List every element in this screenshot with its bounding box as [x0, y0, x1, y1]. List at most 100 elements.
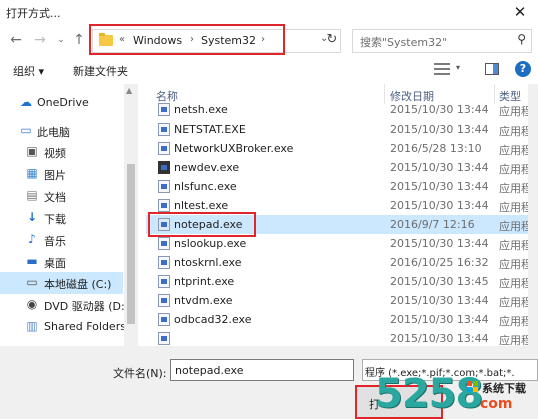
nav-item-desktop[interactable]: ▬ 桌面 [0, 251, 123, 273]
exe-icon [158, 142, 170, 155]
forward-icon[interactable]: → [32, 31, 48, 49]
nav-item-documents[interactable]: ▤ 文档 [0, 185, 123, 207]
nav-item-label: 视频 [44, 147, 66, 160]
file-name: odbcad32.exe [174, 313, 252, 326]
exe-icon [158, 256, 170, 269]
watermark-domain: com [480, 396, 513, 412]
exe-icon [158, 123, 170, 136]
drive-icon: ▭ [26, 275, 38, 289]
nav-item-label: 此电脑 [37, 126, 70, 139]
refresh-icon[interactable]: ↻ [323, 29, 341, 51]
file-row[interactable]: ntprint.exe 2015/10/30 13:45 应用程 [146, 272, 538, 291]
preview-pane-icon[interactable] [485, 63, 499, 75]
file-date: 2015/10/30 13:44 [390, 294, 489, 307]
file-date: 2016/9/7 12:16 [390, 218, 475, 231]
computer-icon: ▭ [20, 123, 32, 137]
file-date: 2016/10/25 16:32 [390, 256, 489, 269]
search-placeholder: 搜索"System32" [360, 36, 448, 49]
printer-exe-icon [158, 275, 170, 288]
address-highlight-box [89, 24, 285, 55]
nav-item-dvd-drive-d[interactable]: ◉ DVD 驱动器 (D: [0, 294, 125, 316]
music-icon: ♪ [28, 232, 36, 246]
new-folder-button[interactable]: 新建文件夹 [73, 63, 128, 79]
filename-label: 文件名(N): [113, 367, 167, 380]
watermark-number: 5258 [375, 371, 483, 417]
file-date: 2015/10/30 13:44 [390, 180, 489, 193]
nav-item-label: 音乐 [44, 235, 66, 248]
file-name: ntvdm.exe [174, 294, 233, 307]
navigation-pane: ☁ OneDrive ▭ 此电脑 ▣ 视频 ▦ 图片 ▤ 文档 ↓ 下载 ♪ 音… [0, 84, 126, 346]
view-options-icon[interactable] [434, 62, 450, 76]
file-row[interactable]: 2015/10/30 13:44 应用程 [146, 329, 538, 346]
document-icon: ▤ [26, 188, 38, 202]
recent-chevron-icon[interactable]: ⌄ [53, 31, 69, 49]
file-date: 2015/10/30 13:45 [390, 275, 489, 288]
nav-item-downloads[interactable]: ↓ 下载 [0, 207, 123, 229]
file-row[interactable]: NETSTAT.EXE 2015/10/30 13:44 应用程 [146, 120, 538, 139]
nav-item-onedrive[interactable]: ☁ OneDrive [0, 92, 123, 114]
search-icon: ⚲ [517, 32, 526, 46]
database-exe-icon [158, 313, 170, 326]
device-exe-icon [158, 161, 170, 174]
windows-logo-icon [467, 381, 479, 393]
file-row[interactable]: ntoskrnl.exe 2016/10/25 16:32 应用程 [146, 253, 538, 272]
nav-item-local-disk-c[interactable]: ▭ 本地磁盘 (C:) [0, 272, 123, 294]
nav-item-label: OneDrive [37, 96, 89, 109]
download-icon: ↓ [26, 210, 38, 224]
back-icon[interactable]: ← [8, 31, 24, 49]
watermark: 5258 系统下载 com [375, 371, 538, 419]
up-icon[interactable]: ↑ [71, 31, 87, 49]
exe-icon [158, 332, 170, 345]
file-row[interactable]: NetworkUXBroker.exe 2016/5/28 13:10 应用程 [146, 139, 538, 158]
file-name: newdev.exe [174, 161, 240, 174]
organize-button[interactable]: 组织 ▾ [13, 63, 44, 79]
nav-item-label: 文档 [44, 191, 66, 204]
nav-item-label: 下载 [44, 213, 66, 226]
title-bar: 打开方式... ✕ [0, 0, 538, 24]
file-date: 2015/10/30 13:44 [390, 237, 489, 250]
file-row[interactable]: odbcad32.exe 2015/10/30 13:44 应用程 [146, 310, 538, 329]
file-date: 2015/10/30 13:44 [390, 332, 489, 345]
file-row[interactable]: ntvdm.exe 2015/10/30 13:44 应用程 [146, 291, 538, 310]
help-icon[interactable]: ? [515, 61, 531, 77]
cloud-icon: ☁ [20, 95, 32, 109]
filename-value: notepad.exe [175, 364, 244, 377]
scroll-up-icon[interactable]: ▲ [126, 86, 132, 95]
search-input[interactable]: 搜索"System32" ⚲ [352, 29, 532, 53]
view-dropdown-icon[interactable]: ▾ [456, 63, 460, 72]
scrollbar-thumb[interactable] [127, 164, 135, 324]
filename-input[interactable]: notepad.exe [170, 359, 354, 381]
file-date: 2016/5/28 13:10 [390, 142, 482, 155]
nav-item-shared-folders[interactable]: ▥ Shared Folders [0, 316, 126, 338]
file-row[interactable]: newdev.exe 2015/10/30 13:44 应用程 [146, 158, 538, 177]
close-icon[interactable]: ✕ [510, 2, 530, 22]
exe-icon [158, 294, 170, 307]
desktop-icon: ▬ [26, 254, 38, 268]
file-row[interactable]: netsh.exe 2015/10/30 13:44 应用程 [146, 100, 538, 119]
file-date: 2015/10/30 13:44 [390, 161, 489, 174]
file-list-scrollbar[interactable] [528, 84, 538, 346]
video-icon: ▣ [26, 144, 38, 158]
nav-item-label: Shared Folders [44, 320, 126, 333]
network-folder-icon: ▥ [26, 319, 38, 333]
file-name: netsh.exe [174, 103, 228, 116]
file-date: 2015/10/30 13:44 [390, 199, 489, 212]
dvd-icon: ◉ [26, 297, 38, 311]
file-date: 2015/10/30 13:44 [390, 103, 489, 116]
navigation-scrollbar[interactable]: ▲ [124, 84, 138, 346]
watermark-text: 系统下载 [482, 382, 526, 395]
nav-item-label: 桌面 [44, 257, 66, 270]
exe-icon [158, 199, 170, 212]
nav-item-pictures[interactable]: ▦ 图片 [0, 163, 123, 185]
nav-item-label: DVD 驱动器 (D: [44, 300, 125, 313]
file-name: NetworkUXBroker.exe [174, 142, 294, 155]
file-name: ntoskrnl.exe [174, 256, 242, 269]
file-date: 2015/10/30 13:44 [390, 313, 489, 326]
file-row[interactable]: nlsfunc.exe 2015/10/30 13:44 应用程 [146, 177, 538, 196]
nav-item-this-pc[interactable]: ▭ 此电脑 [0, 120, 123, 142]
exe-icon [158, 180, 170, 193]
nav-item-videos[interactable]: ▣ 视频 [0, 141, 123, 163]
selection-highlight-box [148, 212, 256, 237]
nav-item-label: 图片 [44, 169, 66, 182]
nav-item-music[interactable]: ♪ 音乐 [0, 229, 123, 251]
